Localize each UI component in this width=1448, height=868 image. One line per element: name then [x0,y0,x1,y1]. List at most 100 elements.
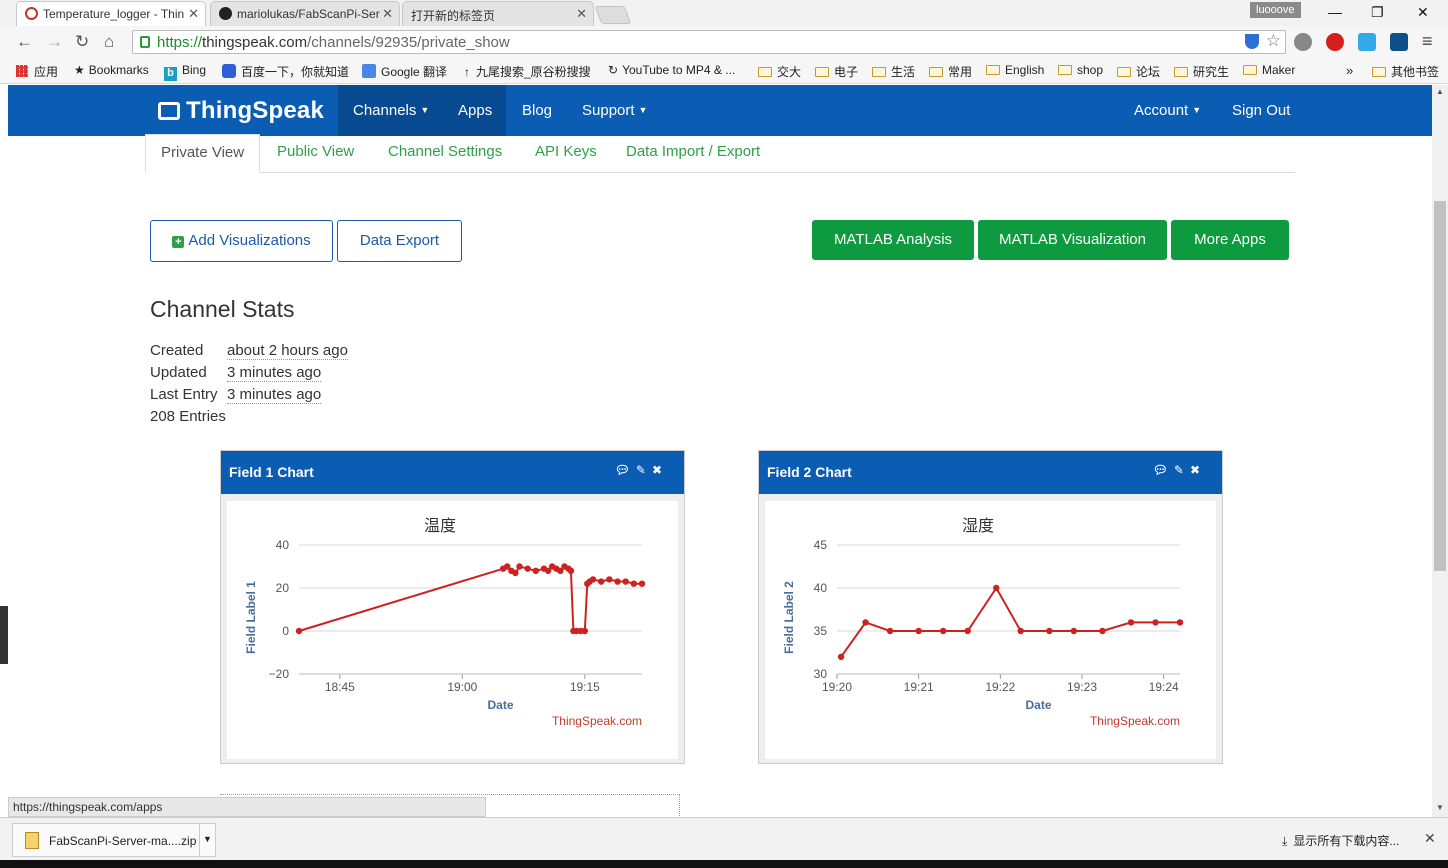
site-navbar: ThingSpeak Channels ▼ Apps Blog Support ▼ … [8,85,1436,136]
bookmark-label: 百度一下，你就知道 [241,65,350,79]
url-host: thingspeak.com [202,34,308,51]
bookmark-label: 九尾搜索_原谷粉搜搜 [476,65,591,79]
other-bookmarks[interactable]: 其他书签 [1372,63,1439,80]
globe-extension-icon[interactable] [1294,33,1312,51]
bookmark-apps[interactable]: 应用 [16,63,58,80]
browser-tab-thingspeak[interactable]: Temperature_logger - Thin ✕ [16,1,206,26]
data-point [524,565,531,572]
menu-icon[interactable]: ≡ [1422,31,1440,51]
bookmarks-overflow-button[interactable]: » [1346,63,1353,78]
data-point [1017,627,1024,635]
bookmark-folder-maker[interactable]: Maker [1243,63,1295,77]
bookmark-folder-luntan[interactable]: 论坛 [1117,63,1160,80]
close-icon[interactable]: ✖ [652,463,668,477]
x-tick-label: 19:22 [985,680,1015,694]
home-icon[interactable]: ⌂ [104,32,114,52]
nav-sign-out[interactable]: Sign Out [1217,85,1305,136]
nav-blog[interactable]: Blog [507,85,567,136]
more-apps-button[interactable]: More Apps [1171,220,1289,260]
bookmark-youtube-mp4[interactable]: ↻ YouTube to MP4 & ... [608,63,735,77]
chevron-down-icon[interactable]: ▼ [199,824,215,856]
edit-pencil-icon[interactable]: ✎ [636,463,652,477]
close-tab-icon[interactable]: ✕ [576,6,587,22]
browser-tab-github[interactable]: mariolukas/FabScanPi-Ser ✕ [210,1,400,26]
show-all-downloads-link[interactable]: ⤓ 显示所有下载内容... [1282,832,1399,849]
profile-badge[interactable]: luooove [1250,2,1301,18]
bookmark-google-translate[interactable]: Google 翻译 [362,63,447,80]
new-tab-button[interactable] [594,6,632,24]
address-bar[interactable]: https://thingspeak.com/channels/92935/pr… [132,30,1286,54]
updated-value: 3 minutes ago [227,364,322,382]
page-scrollbar[interactable]: ▲ ▼ [1432,85,1448,817]
tab-api-keys[interactable]: API Keys [535,143,597,160]
comment-icon[interactable]: 💬︎ [615,463,636,477]
scrollbar-thumb[interactable] [1434,201,1446,571]
window-close-icon[interactable]: ✕ [1417,4,1429,21]
data-point [1127,619,1135,626]
y-tick-label: 40 [814,581,828,595]
matlab-analysis-button[interactable]: MATLAB Analysis [812,220,974,260]
folder-icon [1243,65,1257,75]
back-icon[interactable]: ← [16,32,33,52]
bookmark-folder-shenghuo[interactable]: 生活 [872,63,915,80]
y-axis-label: Field Label 2 [782,581,796,654]
scroll-down-icon[interactable]: ▼ [1436,803,1444,812]
thingspeak-icon [25,7,38,20]
data-point [567,567,575,574]
bookmark-folder-english[interactable]: English [986,63,1044,77]
bookmark-star-icon[interactable]: ☆ [1266,31,1281,51]
bookmark-folder-changyong[interactable]: 常用 [929,63,972,80]
close-tab-icon[interactable]: ✕ [188,6,199,22]
comment-icon[interactable]: 💬︎ [1153,463,1174,477]
bookmark-bing[interactable]: b Bing [164,63,206,81]
nav-support[interactable]: Support ▼ [567,85,662,136]
forward-icon[interactable]: → [46,32,63,52]
save-extension-icon[interactable] [1390,33,1408,51]
data-point [614,578,621,585]
data-point [1099,627,1106,635]
nav-channels[interactable]: Channels ▼ [338,85,445,136]
reload-icon[interactable]: ↻ [75,32,89,52]
check-extension-icon[interactable] [1326,33,1344,51]
chat-bubble-icon [158,102,180,120]
minimize-icon[interactable]: — [1328,4,1342,20]
nav-apps[interactable]: Apps [443,85,506,136]
tab-private-view[interactable]: Private View [145,134,261,173]
add-visualizations-button[interactable]: + Add Visualizations [150,220,333,262]
data-export-button[interactable]: Data Export [337,220,462,262]
bookmark-label: Google 翻译 [381,65,448,79]
data-point [939,627,947,635]
close-icon[interactable]: ✖ [1190,463,1206,477]
bookmark-bookmarks[interactable]: ★ Bookmarks [74,63,149,77]
close-downloads-icon[interactable]: ✕ [1424,830,1436,847]
tab-public-view[interactable]: Public View [277,143,354,160]
bookmark-jiuwei[interactable]: ↑ 九尾搜索_原谷粉搜搜 [464,63,591,80]
x-tick-label: 18:45 [325,680,355,694]
bookmark-folder-yanjiusheng[interactable]: 研究生 [1174,63,1229,80]
browser-tab-newtab[interactable]: 打开新的标签页 ✕ [402,1,594,26]
chart-title: 湿度 [962,517,994,535]
maximize-icon[interactable]: ❐ [1371,4,1384,21]
bookmark-baidu[interactable]: 百度一下，你就知道 [222,63,349,80]
tab-data-import-export[interactable]: Data Import / Export [626,143,760,160]
pen-extension-icon[interactable] [1358,33,1376,51]
download-item[interactable]: FabScanPi-Server-ma....zip ▼ [12,823,216,857]
thingspeak-logo[interactable]: ThingSpeak [158,97,324,125]
data-point [837,653,845,660]
folder-icon [872,67,886,77]
scroll-up-icon[interactable]: ▲ [1436,87,1444,96]
tab-channel-settings[interactable]: Channel Settings [388,143,502,160]
url-scheme: https:// [157,34,203,51]
tab-title: Temperature_logger - Thin [43,7,185,21]
edit-pencil-icon[interactable]: ✎ [1174,463,1190,477]
bookmark-folder-jiaoda[interactable]: 交大 [758,63,801,80]
close-tab-icon[interactable]: ✕ [382,6,393,22]
matlab-visualization-button[interactable]: MATLAB Visualization [978,220,1167,260]
data-point [630,580,638,587]
nav-account[interactable]: Account ▼ [1119,85,1216,136]
bookmark-folder-shop[interactable]: shop [1058,63,1103,77]
folder-icon [1058,65,1072,75]
bookmark-folder-dianzi[interactable]: 电子 [815,63,858,80]
shield-icon[interactable] [1245,34,1259,49]
data-point [886,627,894,635]
